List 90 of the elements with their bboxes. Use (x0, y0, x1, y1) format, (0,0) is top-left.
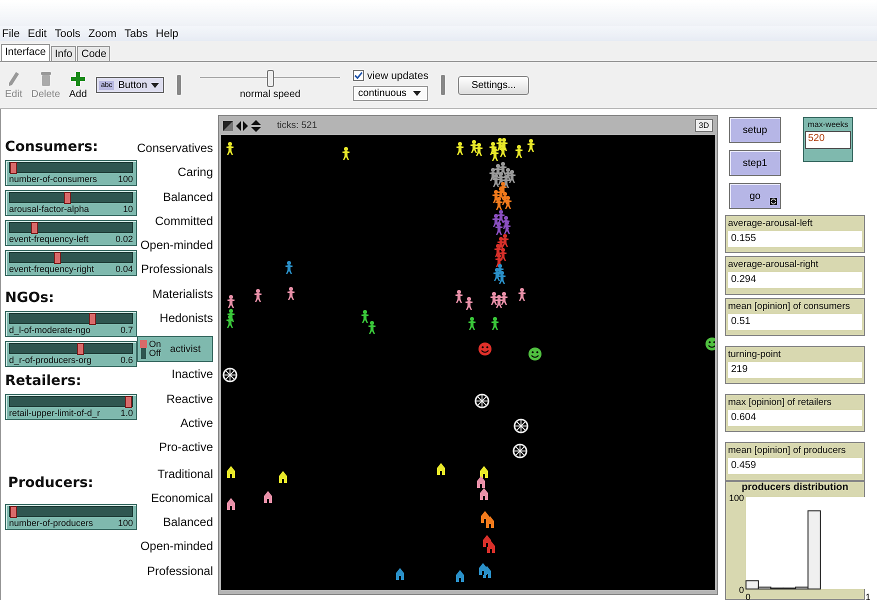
slider-value: 100 (118, 174, 133, 184)
settings-button[interactable]: Settings... (458, 76, 529, 94)
check-icon (354, 71, 364, 80)
monitor-value: 0.604 (728, 410, 862, 426)
menu-item[interactable]: Zoom (88, 28, 117, 40)
slider-name: number-of-producers (9, 518, 94, 528)
input-field[interactable]: 520 (805, 131, 851, 149)
monitor-value: 0.155 (728, 231, 862, 247)
category-label: Balanced (162, 188, 214, 206)
category-label: Caring (176, 164, 214, 182)
monitor-label: turning-point (728, 348, 782, 360)
slider[interactable]: number-of-producers 100 (5, 504, 137, 530)
section-heading: NGOs: (5, 290, 56, 306)
command-button[interactable]: step1 (729, 150, 781, 176)
menu-item[interactable]: Tabs (124, 28, 148, 40)
caret-icon (412, 90, 421, 96)
slider-value: 0.6 (120, 355, 133, 365)
category-label: Traditional (156, 466, 214, 483)
slider-value: 0.02 (115, 234, 133, 244)
slider-name: event-frequency-left (9, 234, 89, 244)
menu-item[interactable]: Help (156, 28, 178, 40)
category-label: Active (179, 414, 214, 432)
category-label: Professionals (140, 261, 214, 278)
category-label: Professional (146, 562, 214, 580)
slider-value: 100 (118, 518, 133, 528)
monitor-value: 0.459 (728, 458, 862, 474)
slider-name: d_l-of-moderate-ngo (9, 325, 91, 335)
pencil-icon (8, 70, 20, 86)
view-updates-checkbox[interactable]: view updates (353, 70, 428, 82)
tab[interactable]: Interface (1, 44, 50, 61)
x-tick-label: 0 (746, 592, 750, 600)
category-label: Materialists (151, 286, 214, 303)
slider-value: 1.0 (120, 408, 133, 418)
command-button[interactable]: go (729, 183, 781, 209)
view-controls-icon[interactable] (223, 120, 263, 132)
monitor-value: 0.294 (728, 272, 862, 288)
slider-value: 0.7 (120, 325, 133, 335)
category-label: Reactive (165, 390, 214, 408)
category-label: Balanced (162, 514, 214, 532)
monitor-value: 0.51 (728, 314, 862, 330)
slider-name: arousal-factor-alpha (9, 204, 90, 214)
tab[interactable]: Code (77, 46, 110, 61)
slider[interactable]: d_r-of-producers-org 0.6 (5, 341, 137, 367)
plot-title: producers distribution (742, 482, 848, 493)
monitor-label: max [opinion] of retailers (728, 397, 832, 408)
3d-button[interactable]: 3D (694, 119, 713, 132)
command-button[interactable]: setup (729, 117, 781, 143)
menu-item[interactable]: Tools (54, 28, 80, 40)
slider-value: 0.04 (115, 264, 133, 274)
trash-icon (40, 70, 52, 86)
category-label: Conservatives (137, 140, 214, 157)
monitor-label: average-arousal-right (728, 259, 820, 270)
slider[interactable]: event-frequency-left 0.02 (5, 220, 137, 246)
category-label: Open-minded (140, 538, 214, 556)
category-label: Pro-active (159, 439, 214, 456)
slider-name: d_r-of-producers-org (9, 355, 92, 365)
monitor-label: average-arousal-left (728, 218, 814, 229)
slider-name: event-frequency-right (9, 264, 94, 274)
slider[interactable]: d_l-of-moderate-ngo 0.7 (5, 311, 137, 337)
section-heading: Retailers: (5, 373, 82, 389)
menu-item[interactable]: Edit (28, 28, 47, 40)
y-tick-label: 100 (728, 492, 744, 503)
monitor-label: mean [opinion] of consumers (728, 300, 851, 312)
section-heading: Consumers: (5, 139, 100, 155)
slider-name: number-of-consumers (9, 174, 98, 184)
category-label: Economical (150, 490, 214, 507)
slider[interactable]: retail-upper-limit-of-d_r 1.0 (5, 394, 137, 420)
update-mode-dropdown[interactable]: continuous (353, 86, 428, 100)
tab[interactable]: Info (50, 46, 76, 61)
slider[interactable]: event-frequency-right 0.04 (5, 250, 137, 276)
speed-label: normal speed (240, 89, 300, 100)
ticks-counter: ticks: 521 (277, 120, 318, 131)
slider[interactable]: number-of-consumers 100 (5, 160, 137, 186)
y-tick-label: 0 (738, 584, 744, 595)
category-label: Hedonists (158, 310, 214, 328)
category-label: Open-minded (139, 237, 214, 254)
section-heading: Producers: (7, 475, 94, 491)
input-label: max-weeks (808, 120, 848, 129)
slider[interactable]: arousal-factor-alpha 10 (5, 190, 137, 216)
x-tick-label: 1 (866, 592, 870, 600)
add-button[interactable]: Add (67, 70, 89, 100)
plus-icon (71, 70, 86, 86)
monitor-value: 219 (728, 362, 862, 378)
menu-item[interactable]: File (2, 28, 20, 40)
category-label: Inactive (170, 366, 214, 384)
caret-icon (151, 82, 160, 88)
slider-name: retail-upper-limit-of-d_r (9, 408, 100, 418)
monitor-label: mean [opinion] of producers (728, 445, 847, 456)
slider-value: 10 (122, 204, 133, 214)
category-label: Committed (154, 212, 214, 230)
